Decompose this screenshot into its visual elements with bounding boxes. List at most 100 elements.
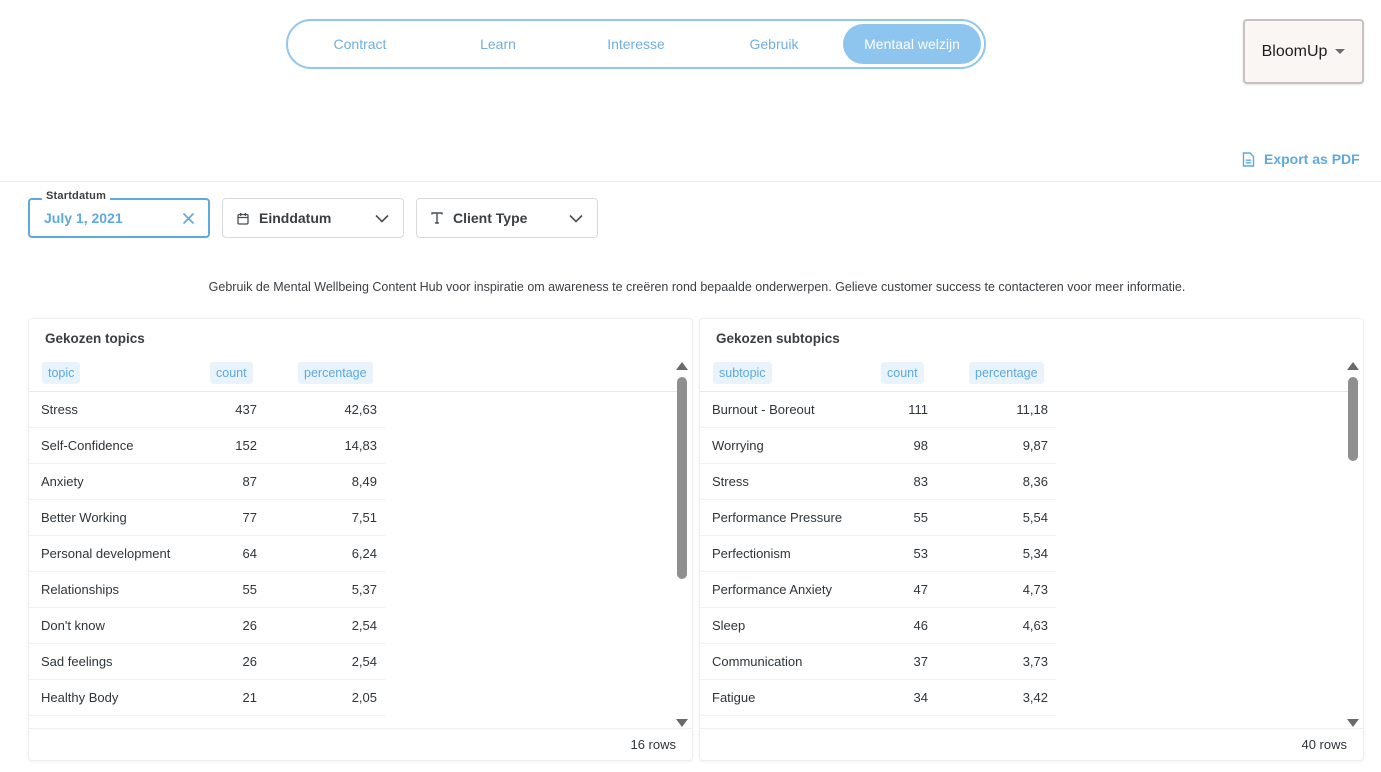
cell-name: Stress: [712, 474, 749, 489]
table-row[interactable]: Healthy Body 21 2,05: [29, 680, 385, 716]
cell-percentage: 2,54: [351, 654, 377, 669]
cell-count: 55: [913, 510, 928, 525]
cell-percentage: 4,63: [1022, 618, 1048, 633]
cell-count: 98: [913, 438, 928, 453]
table-row[interactable]: Performance Pressure 55 5,54: [700, 500, 1056, 536]
scrollbar[interactable]: [676, 359, 688, 727]
cell-count: 152: [235, 438, 257, 453]
chevron-down-icon: [375, 214, 389, 223]
column-header-count[interactable]: count: [210, 362, 253, 384]
cell-count: 47: [913, 582, 928, 597]
column-header-percentage[interactable]: percentage: [969, 362, 1044, 384]
cell-name: Perfectionism: [712, 546, 791, 561]
cell-name: Worrying: [712, 438, 764, 453]
table-row[interactable]: Performance Anxiety 47 4,73: [700, 572, 1056, 608]
cell-percentage: 9,87: [1022, 438, 1048, 453]
cell-count: 55: [242, 582, 257, 597]
tab-contract[interactable]: Contract: [291, 24, 429, 64]
start-date-legend: Startdatum: [42, 190, 111, 202]
cell-count: 37: [913, 654, 928, 669]
cell-count: 64: [242, 546, 257, 561]
table-row[interactable]: Perfectionism 53 5,34: [700, 536, 1056, 572]
table-row[interactable]: Worrying 98 9,87: [700, 428, 1056, 464]
scroll-up-icon[interactable]: [1347, 362, 1359, 370]
table-row[interactable]: Stress 437 42,63: [29, 392, 385, 428]
end-date-dropdown[interactable]: Einddatum: [222, 198, 404, 238]
cell-name: Stress: [41, 402, 78, 417]
cell-count: 26: [242, 618, 257, 633]
close-icon[interactable]: [183, 212, 194, 224]
table-row[interactable]: Communication 37 3,73: [700, 644, 1056, 680]
scroll-down-icon[interactable]: [1347, 719, 1359, 727]
cell-name: Personal development: [41, 546, 171, 561]
cell-count: 83: [913, 474, 928, 489]
cell-name: Better Working: [41, 510, 127, 525]
table-row[interactable]: Better Working 77 7,51: [29, 500, 385, 536]
cell-name: Performance Anxiety: [712, 582, 832, 597]
table-row[interactable]: Sleep 46 4,63: [700, 608, 1056, 644]
info-message: Gebruik de Mental Wellbeing Content Hub …: [208, 280, 1186, 294]
table-row[interactable]: Self-Confidence 152 14,83: [29, 428, 385, 464]
cell-percentage: 2,05: [351, 690, 377, 705]
table-row[interactable]: Don't know 26 2,54: [29, 608, 385, 644]
cell-name: Sleep: [712, 618, 746, 633]
cell-name: Self-Confidence: [41, 438, 134, 453]
scrollbar[interactable]: [1347, 359, 1359, 727]
header-divider: [0, 181, 1381, 182]
subtopics-table-panel: Gekozen subtopics subtopic count percent…: [699, 318, 1364, 761]
table-row[interactable]: Burnout - Boreout 111 11,18: [700, 392, 1056, 428]
row-count: 16 rows: [630, 737, 676, 752]
table-row[interactable]: Personal development 64 6,24: [29, 536, 385, 572]
cell-percentage: 6,24: [351, 546, 377, 561]
table-row[interactable]: Sad feelings 26 2,54: [29, 644, 385, 680]
cell-percentage: 5,37: [351, 582, 377, 597]
cell-percentage: 4,73: [1022, 582, 1048, 597]
scrollbar-thumb[interactable]: [1348, 377, 1358, 461]
column-header-topic[interactable]: topic: [42, 362, 81, 384]
organization-select[interactable]: BloomUp: [1243, 19, 1364, 84]
caret-down-icon: [1335, 49, 1346, 54]
cell-name: Don't know: [41, 618, 105, 633]
cell-percentage: 5,54: [1022, 510, 1048, 525]
end-date-label: Einddatum: [259, 210, 332, 226]
topics-table-panel: Gekozen topics topic count percentage St…: [28, 318, 693, 761]
cell-percentage: 2,54: [351, 618, 377, 633]
table-row[interactable]: Stress 83 8,36: [700, 464, 1056, 500]
table-row[interactable]: Relationships 55 5,37: [29, 572, 385, 608]
cell-count: 34: [913, 690, 928, 705]
cell-name: Communication: [712, 654, 803, 669]
cell-count: 87: [242, 474, 257, 489]
document-icon: [1242, 151, 1255, 167]
table-row[interactable]: Anxiety 87 8,49: [29, 464, 385, 500]
client-type-dropdown[interactable]: Client Type: [416, 198, 598, 238]
chevron-down-icon: [569, 214, 583, 223]
column-header-subtopic[interactable]: subtopic: [713, 362, 772, 384]
cell-count: 111: [908, 402, 928, 417]
tab-interesse[interactable]: Interesse: [567, 24, 705, 64]
cell-name: Anxiety: [41, 474, 84, 489]
cell-name: Performance Pressure: [712, 510, 843, 525]
scroll-up-icon[interactable]: [676, 362, 688, 370]
tab-gebruik[interactable]: Gebruik: [705, 24, 843, 64]
cell-percentage: 5,34: [1022, 546, 1048, 561]
column-header-percentage[interactable]: percentage: [298, 362, 373, 384]
export-pdf-button[interactable]: Export as PDF: [1242, 151, 1360, 167]
table-footer: 16 rows: [29, 728, 692, 760]
section-tabs: Contract Learn Interesse Gebruik Mentaal…: [286, 19, 986, 69]
column-header-count[interactable]: count: [881, 362, 924, 384]
cell-count: 21: [242, 690, 257, 705]
cell-name: Fatigue: [712, 690, 756, 705]
client-type-label: Client Type: [453, 210, 528, 226]
tab-learn[interactable]: Learn: [429, 24, 567, 64]
start-date-value: July 1, 2021: [44, 210, 123, 226]
table-row[interactable]: Fatigue 34 3,42: [700, 680, 1056, 716]
scrollbar-thumb[interactable]: [677, 377, 687, 579]
scroll-down-icon[interactable]: [676, 719, 688, 727]
cell-percentage: 11,18: [1016, 402, 1048, 417]
cell-percentage: 8,36: [1022, 474, 1048, 489]
tab-mentaal-welzijn[interactable]: Mentaal welzijn: [843, 24, 981, 64]
cell-count: 26: [242, 654, 257, 669]
start-date-field[interactable]: Startdatum July 1, 2021: [28, 190, 210, 238]
cell-percentage: 14,83: [344, 438, 377, 453]
panel-title: Gekozen topics: [45, 331, 145, 346]
